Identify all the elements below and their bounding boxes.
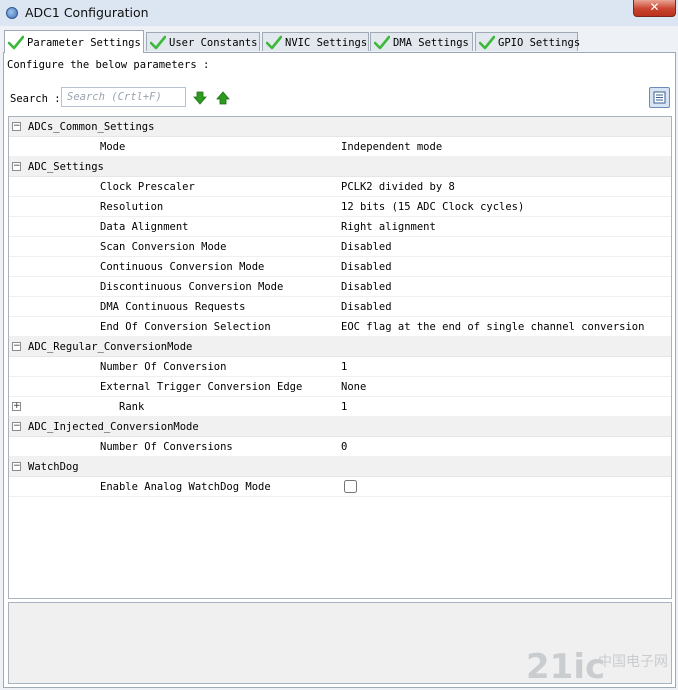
parameter-row[interactable]: Resolution 12 bits (15 ADC Clock cycles) [9,197,671,217]
parameter-value[interactable]: Right alignment [341,221,436,233]
instruction-text: Configure the below parameters : [7,59,210,71]
parameter-value[interactable]: Disabled [341,281,392,293]
tree-group-row[interactable]: − ADC_Injected_ConversionMode [9,417,671,437]
app-icon [6,7,18,19]
parameter-name: Number Of Conversions [100,441,233,453]
tab-label: DMA Settings [393,37,469,49]
tab-gpio-settings[interactable]: GPIO Settings [475,32,581,51]
parameter-row[interactable]: External Trigger Conversion Edge None [9,377,671,397]
parameter-value[interactable]: Independent mode [341,141,442,153]
parameter-value[interactable]: 12 bits (15 ADC Clock cycles) [341,201,524,213]
parameter-name: End Of Conversion Selection [100,321,271,333]
parameter-name: Continuous Conversion Mode [100,261,265,273]
parameter-name: Resolution [100,201,164,213]
tab-label: Parameter Settings [27,37,141,49]
parameter-row[interactable]: Data Alignment Right alignment [9,217,671,237]
list-view-toggle-button[interactable] [649,87,670,108]
tab-label: NVIC Settings [285,37,368,49]
parameter-name: Number Of Conversion [100,361,227,373]
parameter-row[interactable]: Continuous Conversion Mode Disabled [9,257,671,277]
tree-group-row[interactable]: − ADC_Regular_ConversionMode [9,337,671,357]
parameter-tree: − ADCs_Common_Settings Mode Independent mod… [8,116,672,599]
check-icon [479,35,495,50]
tab-dma-settings[interactable]: DMA Settings [370,32,473,51]
parameter-row[interactable]: + Rank 1 [9,397,671,417]
parameter-row[interactable]: Number Of Conversion 1 [9,357,671,377]
parameter-row[interactable]: Mode Independent mode [9,137,671,157]
parameter-name: Enable Analog WatchDog Mode [100,481,271,493]
parameter-value[interactable]: PCLK2 divided by 8 [341,181,455,193]
parameter-name: Mode [100,141,126,153]
parameter-name: DMA Continuous Requests [100,301,246,313]
parameter-value[interactable]: 0 [341,441,347,453]
close-button[interactable]: ✕ [633,0,676,17]
parameter-value[interactable]: 1 [341,361,347,373]
check-icon [150,35,166,50]
group-label: WatchDog [28,461,79,473]
close-icon: ✕ [649,0,660,14]
parameter-value[interactable]: EOC flag at the end of single channel co… [341,321,644,333]
tab-label: User Constants [169,37,258,49]
search-input[interactable] [61,87,186,107]
group-label: ADC_Injected_ConversionMode [28,421,199,433]
tree-group-row[interactable]: − WatchDog [9,457,671,477]
parameter-name: Discontinuous Conversion Mode [100,281,284,293]
watermark-text: 21ic [526,647,605,687]
parameter-value[interactable]: None [341,381,366,393]
title-bar: ADC1 Configuration ✕ [0,0,678,26]
collapse-icon[interactable]: − [12,342,21,351]
parameter-settings-panel: Configure the below parameters : Search … [3,52,676,688]
collapse-icon[interactable]: − [12,422,21,431]
parameter-value[interactable]: Disabled [341,241,392,253]
parameter-row[interactable]: Discontinuous Conversion Mode Disabled [9,277,671,297]
collapse-icon[interactable]: − [12,122,21,131]
list-view-icon [653,91,666,104]
search-label: Search : [10,93,61,105]
collapse-icon[interactable]: − [12,462,21,471]
parameter-row[interactable]: Enable Analog WatchDog Mode [9,477,671,497]
parameter-value[interactable]: Disabled [341,261,392,273]
parameter-row[interactable]: Scan Conversion Mode Disabled [9,237,671,257]
parameter-row[interactable]: Clock Prescaler PCLK2 divided by 8 [9,177,671,197]
tree-group-row[interactable]: − ADC_Settings [9,157,671,177]
tab-user-constants[interactable]: User Constants [146,32,260,51]
parameter-value[interactable]: Disabled [341,301,392,313]
collapse-icon[interactable]: − [12,162,21,171]
check-icon [266,35,282,50]
parameter-row[interactable]: Number Of Conversions 0 [9,437,671,457]
group-label: ADCs_Common_Settings [28,121,155,133]
parameter-name: External Trigger Conversion Edge [100,381,303,393]
window-title: ADC1 Configuration [25,5,149,20]
parameter-name: Rank [119,401,145,413]
parameter-name: Clock Prescaler [100,181,195,193]
parameter-row[interactable]: End Of Conversion Selection EOC flag at t… [9,317,671,337]
tree-group-row[interactable]: − ADCs_Common_Settings [9,117,671,137]
watermark-logo: 21ic 中国电子网 [526,647,668,687]
parameter-name: Data Alignment [100,221,189,233]
group-label: ADC_Settings [28,161,104,173]
group-label: ADC_Regular_ConversionMode [28,341,193,353]
parameter-name: Scan Conversion Mode [100,241,227,253]
parameter-row[interactable]: DMA Continuous Requests Disabled [9,297,671,317]
search-next-arrow-icon[interactable] [193,91,207,105]
watermark-subtext: 中国电子网 [598,654,668,670]
check-icon [8,35,24,50]
search-previous-arrow-icon[interactable] [216,91,230,105]
parameter-checkbox[interactable] [344,480,357,493]
tab-nvic-settings[interactable]: NVIC Settings [262,32,369,51]
tab-label: GPIO Settings [498,37,581,49]
parameter-value[interactable]: 1 [341,401,347,413]
check-icon [374,35,390,50]
expand-icon[interactable]: + [12,402,21,411]
tab-parameter-settings[interactable]: Parameter Settings [4,30,144,53]
